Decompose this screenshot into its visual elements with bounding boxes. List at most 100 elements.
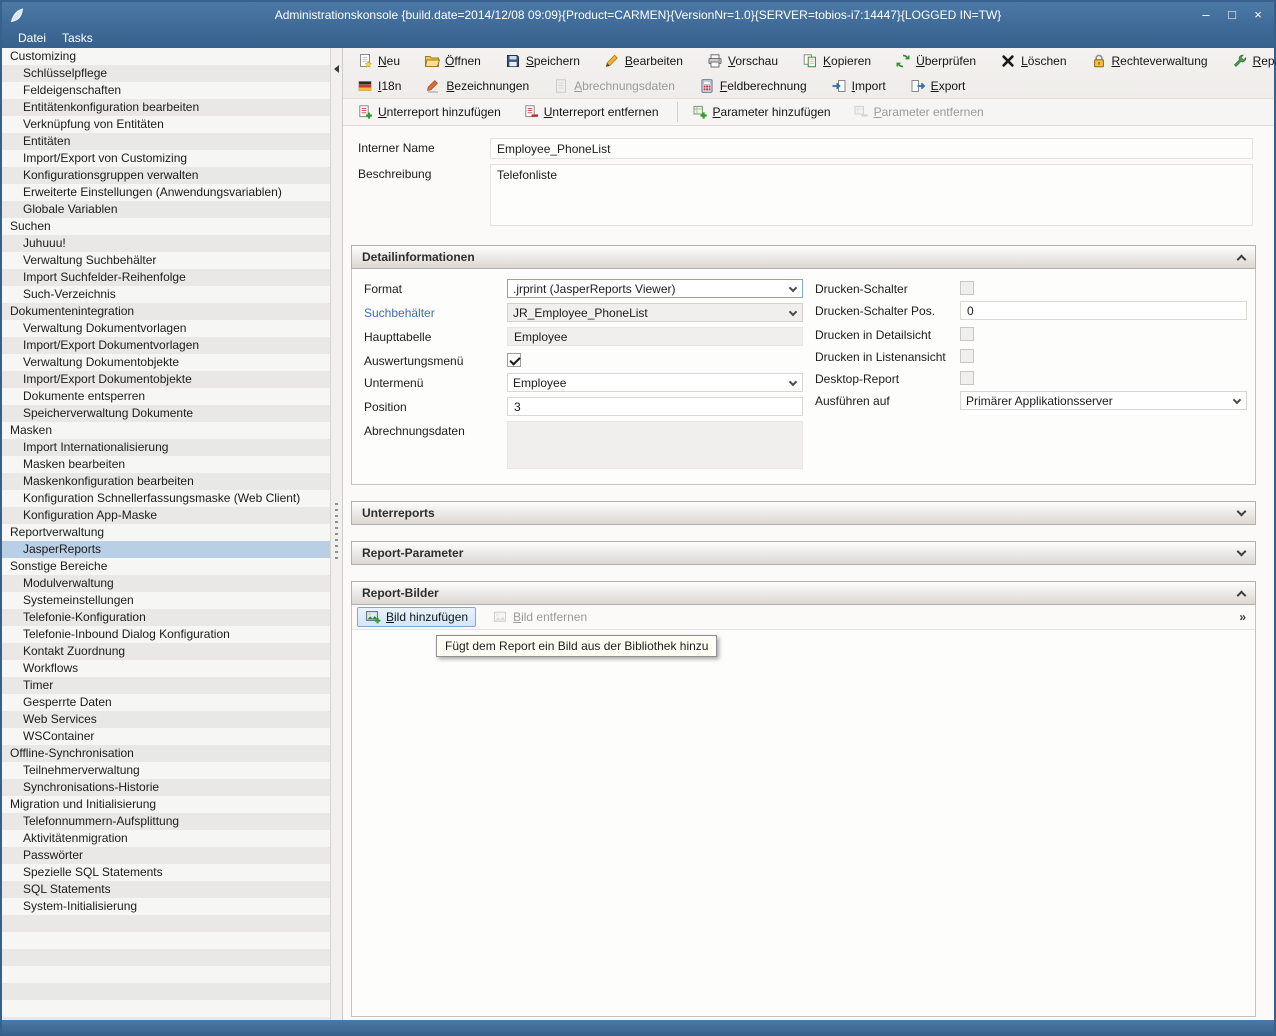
sidebar-group[interactable]: Offline-Synchronisation [2,745,330,762]
sidebar-item[interactable]: Gesperrte Daten [2,694,330,711]
button-parameter-hinzufuegen[interactable]: Parameter hinzufügen [677,102,835,122]
section-header-report-bilder[interactable]: Report-Bilder [351,581,1256,605]
button-bezeichnungen[interactable]: Bezeichnungen [421,76,533,96]
sidebar-item[interactable]: Konfigurationsgruppen verwalten [2,167,330,184]
sidebar-item[interactable]: Import Internationalisierung [2,439,330,456]
sidebar-item[interactable]: Maskenkonfiguration bearbeiten [2,473,330,490]
sidebar-item[interactable]: Import/Export Dokumentvorlagen [2,337,330,354]
button-abrechnungsdaten: Abrechnungsdaten [549,76,679,96]
close-button[interactable]: × [1248,6,1268,24]
sidebar-item[interactable]: Aktivitätenmigration [2,830,330,847]
button-parameter-entfernen: Parameter entfernen [849,102,988,122]
sidebar-item[interactable]: Kontakt Zuordnung [2,643,330,660]
button-import[interactable]: Import [827,76,890,96]
section-header-report-parameter[interactable]: Report-Parameter [351,541,1256,565]
divider-collapse-icon[interactable] [334,65,339,73]
button-export[interactable]: Export [906,76,970,96]
sidebar-item[interactable]: Timer [2,677,330,694]
button-vorschau[interactable]: Vorschau [703,51,782,71]
button-speichern[interactable]: Speichern [501,51,584,71]
ausfuehren-auf-select[interactable]: Primärer Applikationsserver [960,391,1247,410]
sidebar-item[interactable]: Feldeigenschaften [2,82,330,99]
sidebar-item[interactable]: Import/Export von Customizing [2,150,330,167]
sidebar-item[interactable]: Workflows [2,660,330,677]
status-bar [2,1020,1274,1034]
button-bild-hinzufuegen[interactable]: Bild hinzufügen [357,607,476,627]
sidebar-item[interactable]: Web Services [2,711,330,728]
divider-grip[interactable] [335,503,338,559]
format-select[interactable]: .jrprint (JasperReports Viewer) [507,279,803,298]
sidebar-group[interactable]: Dokumentenintegration [2,303,330,320]
sidebar-group[interactable]: Customizing [2,48,330,65]
sidebar-item[interactable]: Modulverwaltung [2,575,330,592]
sidebar-item[interactable]: Spezielle SQL Statements [2,864,330,881]
sidebar-item[interactable]: Telefonie-Inbound Dialog Konfiguration [2,626,330,643]
sidebar-group[interactable]: Reportverwaltung [2,524,330,541]
sidebar-item[interactable]: Entitätenkonfiguration bearbeiten [2,99,330,116]
sidebar-item[interactable]: Verwaltung Suchbehälter [2,252,330,269]
desktop-report-checkbox[interactable] [960,371,974,385]
position-input[interactable]: 3 [507,397,803,416]
interner-name-field[interactable]: Employee_PhoneList [490,138,1253,159]
button-ueberpruefen[interactable]: Überprüfen [891,51,980,71]
menu-datei[interactable]: Datei [10,30,54,46]
sidebar-item[interactable]: WSContainer [2,728,330,745]
beschreibung-label: Beschreibung [358,164,490,226]
suchbehaelter-select[interactable]: JR_Employee_PhoneList [507,303,803,322]
sidebar-item[interactable]: Dokumente entsperren [2,388,330,405]
sidebar-item[interactable]: Passwörter [2,847,330,864]
button-bearbeiten[interactable]: Bearbeiten [600,51,687,71]
button-oeffnen[interactable]: Öffnen [420,51,485,71]
sidebar-item[interactable]: System-Initialisierung [2,898,330,915]
button-reparieren[interactable]: Reparieren [1228,51,1276,71]
button-unterreport-entfernen[interactable]: Unterreport entfernen [519,102,663,122]
sidebar-item[interactable]: Schlüsselpflege [2,65,330,82]
button-feldberechnung[interactable]: Feldberechnung [695,76,811,96]
sidebar-group[interactable]: Suchen [2,218,330,235]
sidebar-item[interactable]: Teilnehmerverwaltung [2,762,330,779]
menu-tasks[interactable]: Tasks [54,30,101,46]
suchbehaelter-link[interactable]: Suchbehälter [364,303,507,320]
button-neu[interactable]: Neu [353,51,404,71]
sidebar-item[interactable]: JasperReports [2,541,330,558]
auswertungsmenu-checkbox[interactable] [507,353,521,367]
sidebar-item[interactable]: Verwaltung Dokumentvorlagen [2,320,330,337]
button-kopieren[interactable]: Kopieren [798,51,875,71]
sidebar-item[interactable]: Telefonie-Konfiguration [2,609,330,626]
toolbar-overflow-icon[interactable]: » [1235,610,1250,624]
sidebar-item[interactable]: Synchronisations-Historie [2,779,330,796]
sidebar-item[interactable]: Masken bearbeiten [2,456,330,473]
sidebar-item[interactable]: Such-Verzeichnis [2,286,330,303]
beschreibung-textarea[interactable]: Telefonliste [490,164,1253,226]
sidebar-item[interactable]: Verwaltung Dokumentobjekte [2,354,330,371]
button-i18n[interactable]: I18n [353,76,405,96]
drucken-schalter-checkbox[interactable] [960,281,974,295]
sidebar-item[interactable]: SQL Statements [2,881,330,898]
sidebar-item[interactable]: Import Suchfelder-Reihenfolge [2,269,330,286]
untermenu-select[interactable]: Employee [507,373,803,392]
sidebar-item[interactable]: Speicherverwaltung Dokumente [2,405,330,422]
sidebar-item[interactable]: Juhuuu! [2,235,330,252]
button-unterreport-hinzufuegen[interactable]: Unterreport hinzufügen [353,102,505,122]
sidebar-item[interactable]: Globale Variablen [2,201,330,218]
sidebar-item[interactable]: Konfiguration Schnellerfassungsmaske (We… [2,490,330,507]
drucken-schalter-pos-input[interactable]: 0 [960,301,1247,320]
split-divider[interactable] [330,48,343,1020]
section-header-detailinformationen[interactable]: Detailinformationen [351,245,1256,269]
sidebar-group[interactable]: Masken [2,422,330,439]
sidebar-item[interactable]: Verknüpfung von Entitäten [2,116,330,133]
sidebar-item[interactable]: Entitäten [2,133,330,150]
sidebar-item[interactable]: Konfiguration App-Maske [2,507,330,524]
sidebar-item[interactable]: Systemeinstellungen [2,592,330,609]
neu-icon [357,53,373,69]
button-rechteverwaltung[interactable]: Rechteverwaltung [1087,51,1212,71]
section-header-unterreports[interactable]: Unterreports [351,501,1256,525]
sidebar-group[interactable]: Sonstige Bereiche [2,558,330,575]
button-loeschen[interactable]: Löschen [996,51,1070,71]
sidebar-group[interactable]: Migration und Initialisierung [2,796,330,813]
minimize-button[interactable]: – [1196,6,1216,24]
sidebar-item[interactable]: Telefonnummern-Aufsplittung [2,813,330,830]
sidebar-item[interactable]: Import/Export Dokumentobjekte [2,371,330,388]
sidebar-item[interactable]: Erweiterte Einstellungen (Anwendungsvari… [2,184,330,201]
maximize-button[interactable]: □ [1222,6,1242,24]
